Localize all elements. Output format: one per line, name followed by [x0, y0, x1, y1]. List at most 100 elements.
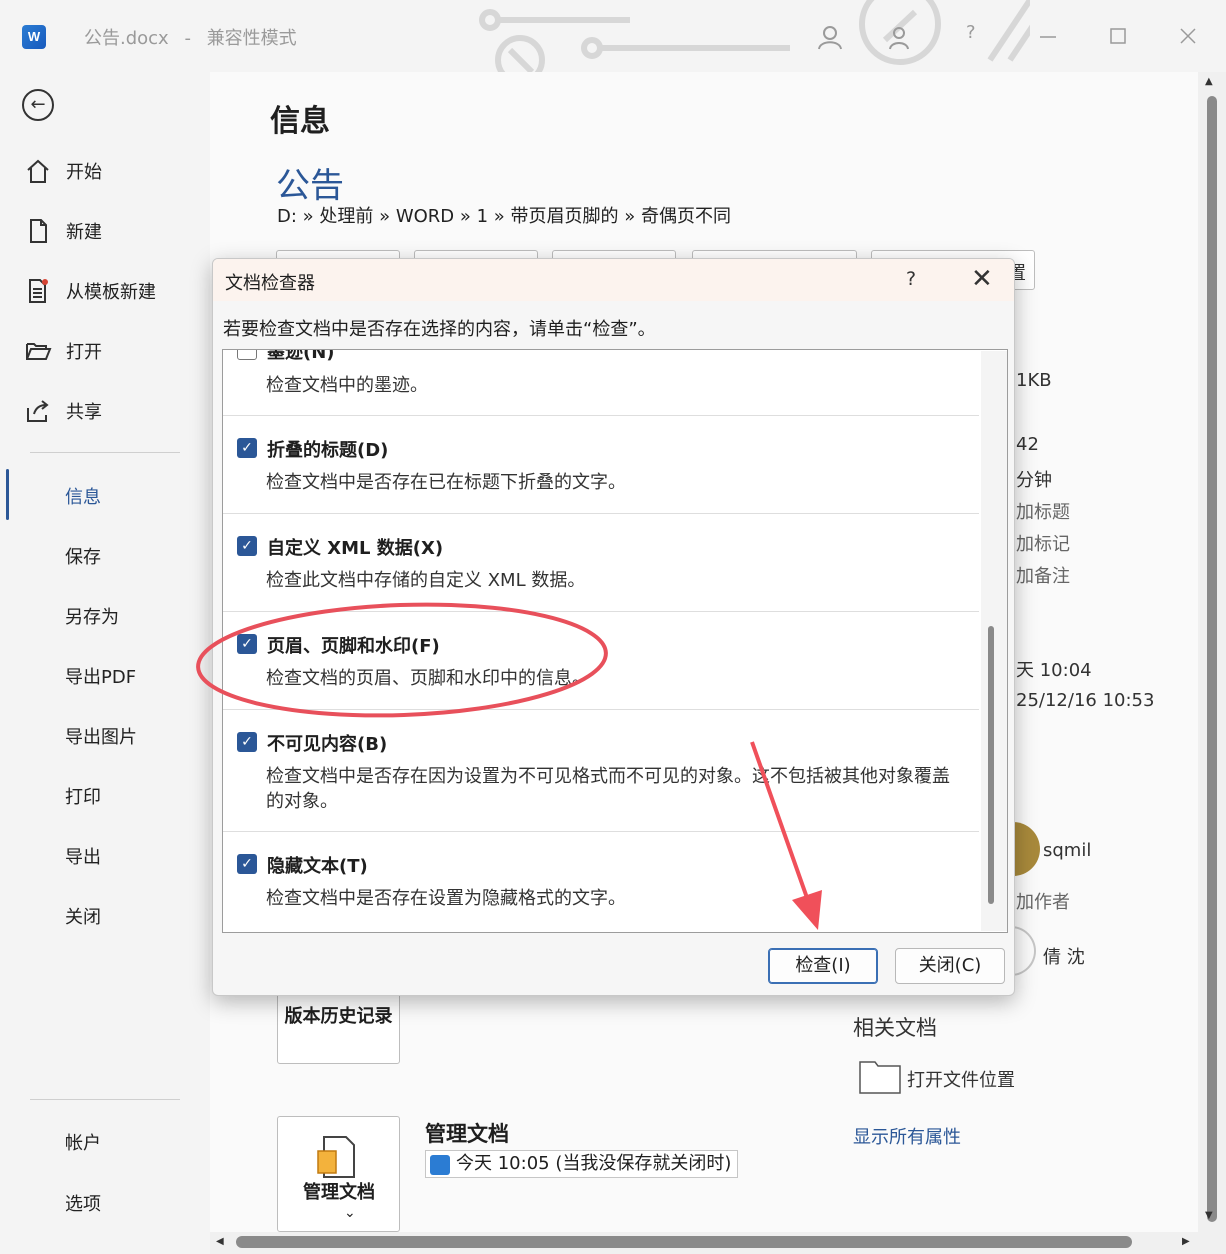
list-item: ✓ 不可见内容(B) 检查文档中是否存在因为设置为不可见格式而不可见的对象。这不… [223, 710, 979, 832]
file-path-breadcrumb[interactable]: D: » 处理前 » WORD » 1 » 带页眉页脚的 » 奇偶页不同 [277, 202, 731, 228]
compat-mode: 兼容性模式 [206, 28, 297, 49]
minimize-icon[interactable] [1040, 35, 1056, 39]
option-description: 检查此文档中存储的自定义 XML 数据。 [266, 570, 586, 591]
horizontal-scroll-thumb[interactable] [236, 1236, 1132, 1248]
list-item: ✓ 自定义 XML 数据(X) 检查此文档中存储的自定义 XML 数据。 [223, 514, 979, 612]
share-people-icon[interactable] [888, 24, 916, 50]
dialog-instructions: 若要检查文档中是否存在选择的内容，请单击“检查”。 [223, 319, 656, 340]
related-docs-heading: 相关文档 [853, 1016, 937, 1040]
option-description: 检查文档中的墨迹。 [266, 375, 428, 396]
template-icon [29, 279, 48, 303]
back-arrow-icon[interactable]: ← [22, 89, 54, 121]
option-description: 检查文档中是否存在已在标题下折叠的文字。 [266, 472, 626, 493]
option-description: 检查文档中是否存在设置为隐藏格式的文字。 [266, 888, 626, 909]
sidebar-item-save[interactable]: 保存 [65, 543, 101, 569]
window-title: 公告.docx - 兼容性模式 [84, 24, 297, 50]
chevron-down-icon: ⌄ [344, 1205, 356, 1221]
dialog-title-bar [213, 259, 1014, 301]
sidebar-item-template[interactable]: 从模板新建 [24, 278, 156, 304]
option-title: 墨迹(N) [267, 349, 335, 363]
option-title: 自定义 XML 数据(X) [267, 538, 444, 559]
list-scroll-thumb[interactable] [988, 626, 994, 904]
sidebar-divider [30, 452, 180, 453]
list-item: ✓ 隐藏文本(T) 检查文档中是否存在设置为隐藏格式的文字。 [223, 832, 979, 928]
sidebar-label: 打开 [66, 342, 102, 363]
option-description: 检查文档的页眉、页脚和水印中的信息。 [266, 668, 590, 689]
sidebar-label: 开始 [66, 162, 102, 183]
sidebar-item-account[interactable]: 帐户 [65, 1129, 101, 1155]
hidden-text-checkbox[interactable]: ✓ [237, 854, 257, 874]
scroll-up-icon[interactable]: ▲ [1205, 76, 1213, 87]
dialog-close-icon[interactable]: ✕ [971, 264, 993, 294]
inspection-options-list[interactable]: 墨迹(N) 检查文档中的墨迹。 ✓ 折叠的标题(D) 检查文档中是否存在已在标题… [222, 349, 1008, 933]
collapsed-headings-checkbox[interactable]: ✓ [237, 438, 257, 458]
sidebar-divider [30, 1099, 180, 1100]
account-icon[interactable] [816, 24, 844, 50]
prop-edit-time: 分钟 [1016, 470, 1052, 491]
custom-xml-checkbox[interactable]: ✓ [237, 536, 257, 556]
option-description: 检查文档中是否存在因为设置为不可见格式而不可见的对象。这不包括被其他对象覆盖的对… [266, 766, 950, 812]
word-doc-icon [430, 1155, 450, 1175]
autosave-version-label: 今天 10:05 (当我没保存就关闭时) [456, 1153, 732, 1174]
word-icon: W [22, 25, 46, 49]
invisible-content-checkbox[interactable]: ✓ [237, 732, 257, 752]
maximize-icon[interactable] [1110, 28, 1126, 44]
folder-open-icon [26, 343, 52, 360]
sidebar-item-new[interactable]: 新建 [24, 218, 102, 244]
prop-pages: 42 [1016, 434, 1039, 455]
option-title: 页眉、页脚和水印(F) [267, 636, 440, 657]
document-title: 公告 [276, 166, 344, 206]
prop-modified: 天 10:04 [1016, 660, 1092, 681]
share-icon [27, 400, 49, 422]
list-scrollbar[interactable] [981, 351, 1007, 931]
document-inspector-dialog: 文档检查器 ? ✕ 若要检查文档中是否存在选择的内容，请单击“检查”。 墨迹(N… [212, 258, 1015, 996]
prop-title[interactable]: 加标题 [1016, 498, 1070, 524]
add-author[interactable]: 加作者 [1016, 888, 1070, 914]
last-modified-by: 倩 沈 [1043, 947, 1085, 968]
sidebar-item-export-image[interactable]: 导出图片 [65, 723, 137, 749]
version-history-label: 版本历史记录 [284, 1006, 393, 1027]
sidebar-item-open[interactable]: 打开 [24, 338, 102, 364]
close-button[interactable]: 关闭(C) [895, 948, 1005, 984]
autosave-version-item[interactable]: 今天 10:05 (当我没保存就关闭时) [425, 1150, 739, 1178]
scroll-down-icon[interactable]: ▼ [1205, 1210, 1213, 1221]
manage-document-button[interactable]: 管理文档 ⌄ [277, 1116, 400, 1232]
prop-size: 1KB [1016, 370, 1052, 391]
prop-tags[interactable]: 加标记 [1016, 530, 1070, 556]
title-separator: - [184, 28, 191, 49]
show-all-properties-link[interactable]: 显示所有属性 [853, 1123, 961, 1149]
prop-comments[interactable]: 加备注 [1016, 562, 1070, 588]
open-file-location-link[interactable]: 打开文件位置 [907, 1066, 1015, 1092]
dialog-help-icon[interactable]: ? [906, 268, 916, 290]
circuit-decoration [479, 0, 1030, 72]
scroll-thumb[interactable] [1207, 96, 1217, 1222]
help-icon[interactable]: ? [966, 22, 976, 43]
window-close-icon[interactable] [1180, 28, 1196, 44]
option-title: 折叠的标题(D) [267, 440, 389, 461]
new-doc-icon [30, 219, 47, 243]
sidebar-item-share[interactable]: 共享 [24, 398, 102, 424]
sidebar-label: 从模板新建 [66, 282, 156, 303]
scroll-right-icon[interactable]: ▶ [1182, 1236, 1190, 1247]
sidebar-item-close[interactable]: 关闭 [65, 903, 101, 929]
list-item: ✓ 折叠的标题(D) 检查文档中是否存在已在标题下折叠的文字。 [223, 416, 979, 514]
dialog-title: 文档检查器 [225, 273, 315, 294]
list-item: ✓ 页眉、页脚和水印(F) 检查文档的页眉、页脚和水印中的信息。 [223, 612, 979, 710]
page-title: 信息 [270, 104, 330, 139]
list-item: 墨迹(N) 检查文档中的墨迹。 [223, 349, 979, 416]
inspect-button[interactable]: 检查(I) [768, 948, 878, 984]
ink-checkbox[interactable] [237, 350, 257, 360]
sidebar-item-home[interactable]: 开始 [24, 158, 102, 184]
sidebar-item-save-as[interactable]: 另存为 [65, 603, 119, 629]
sidebar-label: 共享 [66, 402, 102, 423]
manage-document-heading: 管理文档 [425, 1122, 509, 1146]
sidebar-item-export-pdf[interactable]: 导出PDF [65, 663, 136, 689]
sidebar-item-info[interactable]: 信息 [65, 483, 101, 509]
sidebar-item-options[interactable]: 选项 [65, 1190, 101, 1216]
scroll-left-icon[interactable]: ◀ [216, 1236, 224, 1247]
manage-doc-icon [317, 1136, 355, 1178]
doc-name: 公告.docx [84, 28, 169, 49]
sidebar-item-print[interactable]: 打印 [65, 783, 101, 809]
sidebar-item-export[interactable]: 导出 [65, 843, 101, 869]
headers-footers-watermarks-checkbox[interactable]: ✓ [237, 634, 257, 654]
